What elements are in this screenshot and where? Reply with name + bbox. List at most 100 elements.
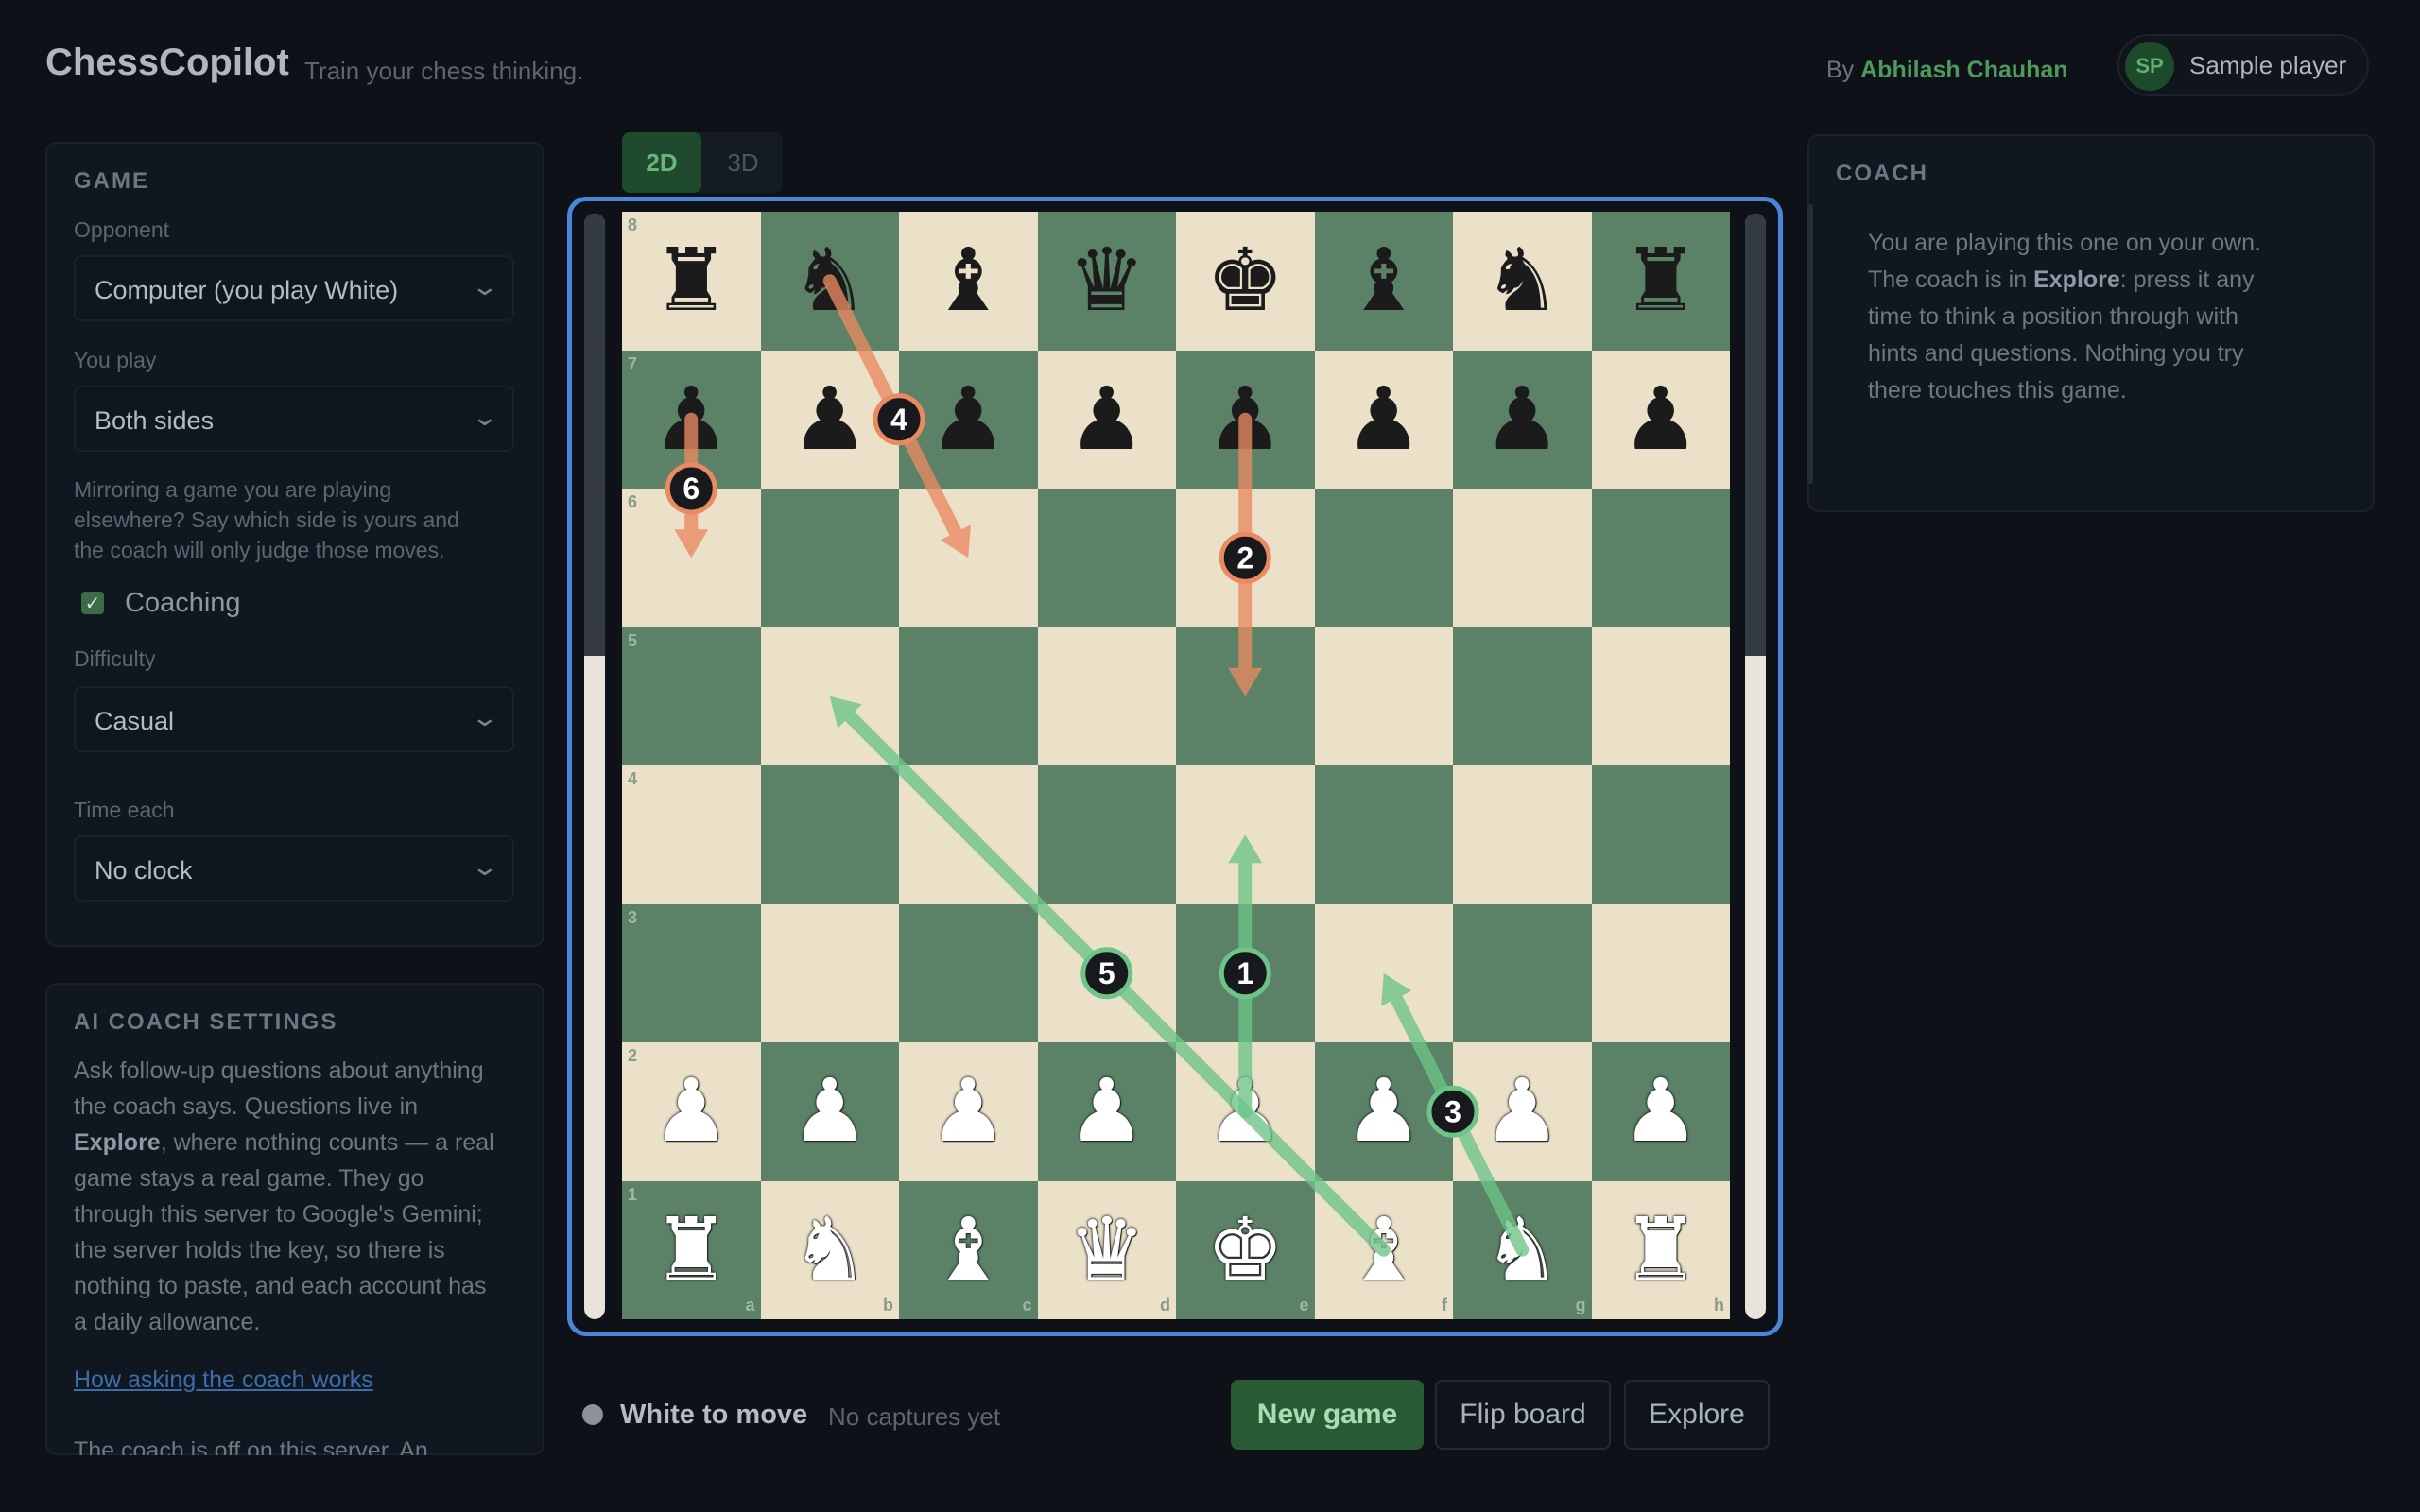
white-pawn-icon[interactable]: ♟: [622, 1042, 761, 1181]
rank-label: 6: [628, 492, 638, 511]
square-h5[interactable]: [1591, 627, 1730, 765]
square-e3[interactable]: [1176, 903, 1315, 1042]
chevron-down-icon: ⌄: [470, 403, 500, 431]
square-c6[interactable]: [899, 489, 1038, 627]
coach-text-line-3: time to think a position through with: [1868, 303, 2238, 330]
black-rook-icon[interactable]: ♜: [1592, 212, 1731, 351]
square-g5[interactable]: [1453, 627, 1592, 765]
square-f5[interactable]: [1314, 627, 1453, 765]
black-pawn-icon[interactable]: ♟: [1315, 351, 1454, 490]
ai-text-line-6: the server holds the key, so there is: [74, 1237, 445, 1263]
flip-board-button[interactable]: Flip board: [1435, 1380, 1611, 1450]
black-pawn-icon[interactable]: ♟: [899, 351, 1038, 490]
black-king-icon[interactable]: ♚: [1176, 212, 1315, 351]
coach-help-link[interactable]: How asking the coach works: [74, 1366, 373, 1394]
white-pawn-icon[interactable]: ♟: [1038, 1042, 1177, 1181]
square-f4[interactable]: [1314, 765, 1453, 904]
check-icon: ✓: [84, 593, 101, 614]
black-pawn-icon[interactable]: ♟: [1453, 351, 1592, 490]
square-f6[interactable]: [1314, 489, 1453, 627]
difficulty-select[interactable]: Casual ⌄: [74, 686, 514, 752]
tab-2d[interactable]: 2D: [622, 132, 701, 193]
ai-settings-title: AI COACH SETTINGS: [74, 1009, 338, 1035]
square-f3[interactable]: [1314, 903, 1453, 1042]
rank-label: 5: [628, 630, 638, 650]
square-c3[interactable]: [899, 903, 1038, 1042]
black-pawn-icon[interactable]: ♟: [1592, 351, 1731, 490]
square-h4[interactable]: [1591, 765, 1730, 904]
you-play-select[interactable]: Both sides ⌄: [74, 386, 514, 452]
square-h6[interactable]: [1591, 489, 1730, 627]
white-pawn-icon[interactable]: ♟: [899, 1042, 1038, 1181]
eval-bar-right: [1745, 214, 1766, 1319]
square-d6[interactable]: [1037, 489, 1176, 627]
white-pawn-icon[interactable]: ♟: [1592, 1042, 1731, 1181]
white-pawn-icon[interactable]: ♟: [1176, 1042, 1315, 1181]
square-d4[interactable]: [1037, 765, 1176, 904]
explore-button[interactable]: Explore: [1624, 1380, 1770, 1450]
ai-text-line-8: a daily allowance.: [74, 1309, 261, 1335]
white-queen-icon[interactable]: ♛: [1038, 1181, 1177, 1320]
square-e5[interactable]: [1176, 627, 1315, 765]
black-queen-icon[interactable]: ♛: [1038, 212, 1177, 351]
game-panel-title: GAME: [74, 168, 149, 194]
coach-text-line-1: You are playing this one on your own.: [1868, 230, 2262, 256]
white-bishop-icon[interactable]: ♝: [899, 1181, 1038, 1320]
author-link[interactable]: Abhilash Chauhan: [1860, 57, 2067, 83]
square-b4[interactable]: [760, 765, 899, 904]
white-knight-icon[interactable]: ♞: [1453, 1181, 1592, 1320]
tab-3d[interactable]: 3D: [703, 132, 783, 193]
white-king-icon[interactable]: ♚: [1176, 1181, 1315, 1320]
opponent-select[interactable]: Computer (you play White) ⌄: [74, 255, 514, 321]
byline-prefix: By: [1826, 57, 1861, 83]
black-pawn-icon[interactable]: ♟: [761, 351, 900, 490]
white-rook-icon[interactable]: ♜: [1592, 1181, 1731, 1320]
square-e6[interactable]: [1176, 489, 1315, 627]
square-a4[interactable]: 4: [622, 765, 761, 904]
time-select[interactable]: No clock ⌄: [74, 835, 514, 902]
white-pawn-icon[interactable]: ♟: [1453, 1042, 1592, 1181]
square-e4[interactable]: [1176, 765, 1315, 904]
black-bishop-icon[interactable]: ♝: [899, 212, 1038, 351]
mirror-note-line-3: the coach will only judge those moves.: [74, 538, 445, 562]
square-c4[interactable]: [899, 765, 1038, 904]
square-d5[interactable]: [1037, 627, 1176, 765]
explore-emphasis: Explore: [2033, 266, 2120, 293]
difficulty-label: Difficulty: [74, 646, 156, 671]
app-tagline: Train your chess thinking.: [304, 57, 584, 85]
white-rook-icon[interactable]: ♜: [622, 1181, 761, 1320]
square-a3[interactable]: 3: [622, 903, 761, 1042]
square-c5[interactable]: [899, 627, 1038, 765]
square-b6[interactable]: [760, 489, 899, 627]
square-a5[interactable]: 5: [622, 627, 761, 765]
time-value: No clock: [95, 856, 193, 885]
black-rook-icon[interactable]: ♜: [622, 212, 761, 351]
you-play-label: You play: [74, 348, 157, 372]
white-bishop-icon[interactable]: ♝: [1315, 1181, 1454, 1320]
black-pawn-icon[interactable]: ♟: [1176, 351, 1315, 490]
black-pawn-icon[interactable]: ♟: [1038, 351, 1177, 490]
black-pawn-icon[interactable]: ♟: [622, 351, 761, 490]
white-pawn-icon[interactable]: ♟: [1315, 1042, 1454, 1181]
square-g4[interactable]: [1453, 765, 1592, 904]
white-knight-icon[interactable]: ♞: [761, 1181, 900, 1320]
coaching-checkbox[interactable]: ✓: [81, 592, 104, 614]
white-pawn-icon[interactable]: ♟: [761, 1042, 900, 1181]
coach-text-line-5: there touches this game.: [1868, 377, 2127, 404]
square-d3[interactable]: [1037, 903, 1176, 1042]
coaching-label[interactable]: Coaching: [125, 588, 241, 619]
square-g6[interactable]: [1453, 489, 1592, 627]
black-knight-icon[interactable]: ♞: [1453, 212, 1592, 351]
square-h3[interactable]: [1591, 903, 1730, 1042]
captures-status: No captures yet: [828, 1402, 1001, 1431]
square-a6[interactable]: 6: [622, 489, 761, 627]
square-b5[interactable]: [760, 627, 899, 765]
new-game-button[interactable]: New game: [1231, 1380, 1424, 1450]
black-knight-icon[interactable]: ♞: [761, 212, 900, 351]
square-g3[interactable]: [1453, 903, 1592, 1042]
ai-text-line-3: Explore, where nothing counts — a real: [74, 1125, 494, 1160]
black-bishop-icon[interactable]: ♝: [1315, 212, 1454, 351]
square-b3[interactable]: [760, 903, 899, 1042]
coach-text-line-4: hints and questions. Nothing you try: [1868, 340, 2244, 367]
chess-board[interactable]: 8 ♜ ♞ ♝ ♛ ♚ ♝ ♞ ♜ 7 ♟ ♟ ♟ ♟ ♟ ♟ ♟ ♟ 6 5 4 3 2 ♟ ♟ ♟ ♟ ♟ ♟ ♟ ♟ 1 a ♜ b ♞ c ♝ d ♛…: [622, 212, 1730, 1319]
